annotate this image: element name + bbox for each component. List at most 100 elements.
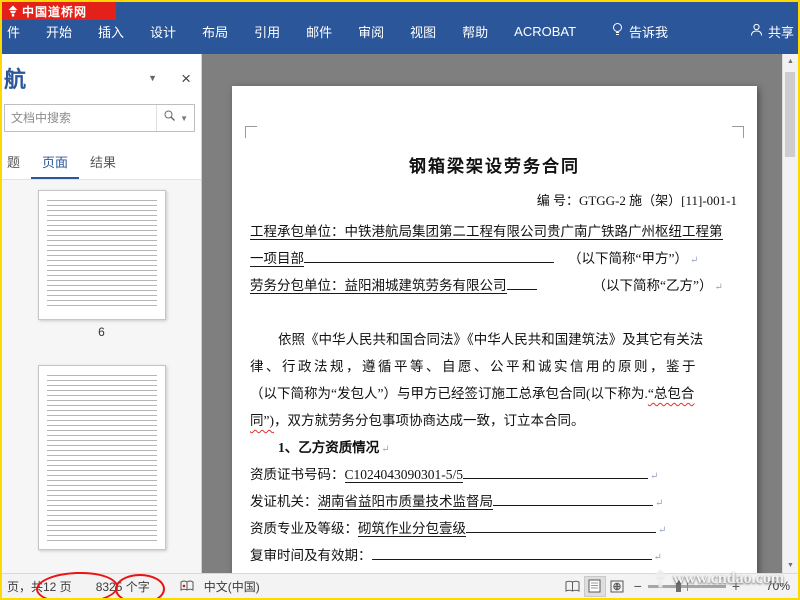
document-text: （以下简称“甲方”） [568, 251, 688, 266]
document-line: 依照《中华人民共和国合同法》《中华人民共和国建筑法》及其它有关法 [250, 326, 739, 353]
tell-me-button[interactable]: 告诉我 [611, 22, 668, 41]
navigation-header: 航 ▼ × [2, 54, 201, 94]
zoom-out-button[interactable]: − [628, 578, 648, 594]
application-window: 件开始 插入 设计 布局 引用 邮件 审阅 视图 帮助 ACROBAT 告诉我 共享 航 ▼ × [0, 0, 800, 600]
ribbon-tab[interactable]: 邮件 [293, 13, 345, 50]
document-text: 资质专业及等级： [250, 521, 358, 536]
page-thumbnail[interactable] [37, 190, 166, 320]
document-text: 依照《中华人民共和国合同法》《中华人民共和国建筑法》及其它有关法 [278, 332, 704, 347]
search-input[interactable] [5, 110, 157, 126]
thumbnail-page-number: 6 [98, 325, 105, 339]
paragraph-mark-icon: ↵ [381, 444, 390, 455]
paragraph-mark-icon: ↵ [689, 255, 699, 266]
blank-fill-line [466, 519, 656, 533]
scroll-up-icon[interactable]: ▲ [783, 58, 798, 65]
document-text: ，双方就劳务分包事项协商达成一致，订立本合同。 [274, 413, 585, 428]
scroll-down-icon[interactable]: ▼ [783, 562, 798, 569]
paragraph-mark-icon: ↵ [655, 498, 664, 509]
navigation-tab[interactable]: 题 [2, 146, 31, 179]
document-line: 资质证书号码：C1024043090301-5/5 ↵ [250, 461, 739, 488]
navigation-tabs: 题页面 结果 [2, 146, 201, 180]
document-canvas: 钢箱梁架设劳务合同 编 号：GTGG-2 施（架）[11]-001-1 工程承包… [202, 54, 798, 573]
navigation-tab[interactable]: 页面 [31, 146, 80, 179]
zoom-notch [686, 581, 688, 591]
search-icon [163, 109, 176, 127]
thumbnail-text-preview [46, 200, 157, 310]
language-status[interactable]: 中文(中国) [204, 578, 260, 595]
web-layout-button[interactable] [606, 576, 628, 597]
site-watermark-banner: 中国道桥网 [2, 2, 116, 20]
share-label: 共享 [767, 24, 794, 40]
ribbon-tab[interactable]: 引用 [241, 13, 293, 50]
document-line: （以下简称为“发包人”）与甲方已经签订施工总承包合同(以下称为.“总包合 [250, 380, 739, 407]
document-title: 钢箱梁架设劳务合同 [409, 157, 580, 176]
document-text: 复审时间及有效期： [250, 548, 372, 563]
paragraph-mark-icon: ↵ [653, 552, 662, 563]
ribbon-tab[interactable]: 视图 [397, 13, 449, 50]
document-line: 劳务分包单位：益阳湘城建筑劳务有限公司 （以下简称“乙方”） ↵ [250, 272, 739, 299]
share-button[interactable]: 共享 [750, 22, 794, 41]
document-line: 1、乙方资质情况 ↵ [250, 434, 739, 461]
document-line: 一项目部 （以下简称“甲方”） ↵ [250, 245, 739, 272]
zoom-level[interactable]: 70% [746, 579, 790, 593]
scrollbar-thumb[interactable] [785, 72, 795, 157]
document-line: 发证机关：湖南省益阳市质量技术监督局 ↵ [250, 488, 739, 515]
navigation-title: 航 [4, 67, 27, 92]
document-text: 劳务分包单位：益阳湘城建筑劳务有限公司 [250, 278, 507, 294]
navigation-pane: 航 ▼ × ▼ 题页面结果 6 [2, 54, 202, 573]
page-thumbnails: 6 [2, 180, 201, 573]
navigation-options-dropdown[interactable]: ▼ [148, 73, 157, 83]
document-text: C1024043090301-5/5 [344, 467, 464, 483]
document-text: 工程承包单位：中铁港航局集团第二工程有限公司贵广南广铁路广州枢纽工程第 [250, 224, 723, 240]
blank-fill-line [304, 249, 554, 263]
close-icon[interactable]: × [181, 70, 191, 87]
word-count-status[interactable]: 8325 个字 [96, 578, 150, 595]
ribbon-tab[interactable]: 布局 [189, 13, 241, 50]
site-watermark-text: 中国道桥网 [22, 4, 88, 19]
blank-fill-line [371, 546, 652, 560]
navigation-search-box: ▼ [4, 104, 195, 132]
document-line: 律、行政法规，遵循平等、自愿、公平和诚实信用的原则，鉴于 [250, 353, 739, 380]
document-line: 资质专业及等级：砌筑作业分包壹级 ↵ [250, 515, 739, 542]
blank-fill-line [506, 276, 537, 290]
document-text: （以下简称为“发包人”）与甲方已经签订施工总承包合同(以下称为. [250, 386, 648, 401]
document-lines: 工程承包单位：中铁港航局集团第二工程有限公司贵广南广铁路广州枢纽工程第 一项目部 （… [250, 218, 739, 569]
blank-fill-line [493, 492, 653, 506]
print-layout-button[interactable] [583, 575, 606, 597]
proofing-errors-icon[interactable] [180, 580, 194, 592]
ribbon-tab[interactable]: 审阅 [345, 13, 397, 50]
page-thumbnail[interactable] [37, 365, 166, 550]
search-dropdown-icon: ▼ [180, 113, 188, 123]
document-text: “总包合 [647, 386, 695, 401]
ribbon-tab[interactable]: 设计 [137, 13, 189, 50]
zoom-in-button[interactable]: + [726, 578, 746, 594]
document-text: 律、行政法规，遵循平等、自愿、公平和诚实信用的原则，鉴于 [250, 359, 698, 374]
document-page: 钢箱梁架设劳务合同 编 号：GTGG-2 施（架）[11]-001-1 工程承包… [232, 86, 757, 573]
ribbon-tab[interactable]: ACROBAT [501, 15, 589, 48]
search-button[interactable]: ▼ [156, 105, 194, 131]
page-count-status[interactable]: 页，共12 页 [7, 578, 72, 595]
margin-corner-mark [245, 126, 257, 138]
read-mode-button[interactable] [562, 576, 584, 597]
blank-fill-line [463, 465, 649, 479]
document-text: 一项目部 [250, 251, 304, 267]
zoom-slider-handle[interactable] [675, 580, 681, 592]
zoom-slider[interactable] [647, 580, 726, 592]
status-bar: 页，共12 页 8325 个字 中文(中国) − + 70% [2, 573, 798, 598]
navigation-tab[interactable]: 结果 [79, 146, 127, 179]
lightbulb-icon [611, 22, 624, 40]
thumbnail-text-preview [46, 375, 157, 541]
vertical-scrollbar[interactable]: ▲ ▼ [782, 54, 798, 573]
document-text: 湖南省益阳市质量技术监督局 [317, 494, 493, 510]
document-text: 砌筑作业分包壹级 [358, 521, 466, 537]
document-line: 复审时间及有效期： ↵ [250, 542, 739, 569]
pagoda-icon [8, 5, 18, 17]
person-icon [750, 23, 763, 40]
ribbon-tab[interactable]: 帮助 [449, 13, 501, 50]
margin-corner-mark [732, 126, 744, 138]
document-number: 编 号：GTGG-2 施（架）[11]-001-1 [536, 193, 737, 208]
document-text: 资质证书号码： [250, 467, 345, 482]
